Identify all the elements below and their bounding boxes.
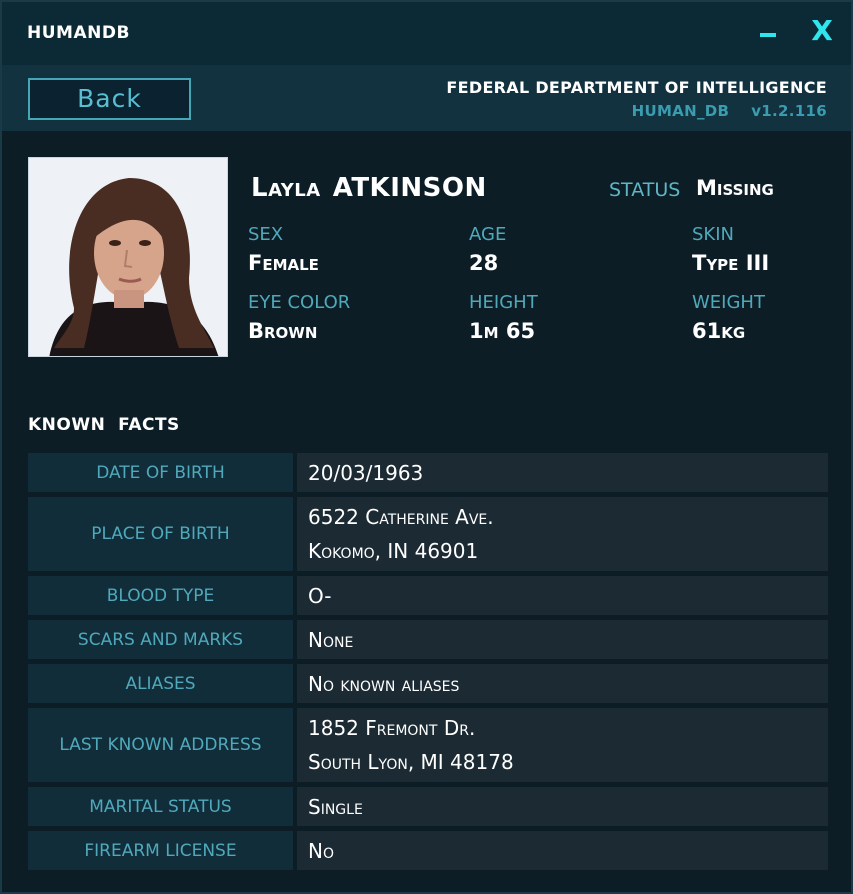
fact-value-line: No known aliases — [308, 671, 460, 696]
title-bar[interactable]: HUMANDB X — [2, 2, 851, 65]
skin-label: SKIN — [692, 224, 735, 245]
fact-value-line: No — [308, 838, 334, 863]
fact-value-line: 20/03/1963 — [308, 460, 424, 485]
sex-value: Female — [248, 251, 319, 275]
profile-photo — [28, 157, 228, 357]
fact-value-line: 6522 Catherine Ave. — [308, 505, 494, 529]
eye-color-value: Brown — [248, 319, 318, 343]
fact-label: DATE OF BIRTH — [28, 453, 293, 492]
sex-label: SEX — [248, 224, 284, 245]
skin-value: Type III — [692, 251, 770, 275]
header-bar: Back FEDERAL DEPARTMENT OF INTELLIGENCE … — [2, 65, 851, 131]
person-name: Layla ATKINSON — [251, 173, 487, 203]
fact-row-date-of-birth: DATE OF BIRTH 20/03/1963 — [28, 453, 828, 492]
fact-value: 20/03/1963 — [297, 453, 828, 492]
fact-value-line: South Lyon, MI 48178 — [308, 750, 514, 774]
weight-value: 61kg — [692, 319, 746, 343]
db-info: HUMAN_DB v1.2.116 — [632, 102, 827, 120]
fact-value-line: Kokomo, IN 46901 — [308, 539, 479, 563]
fact-row-last-known-address: LAST KNOWN ADDRESS 1852 Fremont Dr. Sout… — [28, 708, 828, 782]
age-value: 28 — [469, 251, 499, 275]
close-icon: X — [811, 14, 833, 47]
last-name: ATKINSON — [332, 173, 487, 203]
fact-label: MARITAL STATUS — [28, 787, 293, 826]
fact-value-line: 1852 Fremont Dr. — [308, 716, 476, 740]
weight-label: WEIGHT — [692, 292, 765, 313]
fact-label: LAST KNOWN ADDRESS — [28, 708, 293, 782]
fact-value: O- — [297, 576, 828, 615]
humandb-window: HUMANDB X Back FEDERAL DEPARTMENT OF INT… — [0, 0, 853, 894]
fact-row-blood-type: BLOOD TYPE O- — [28, 576, 828, 615]
close-button[interactable]: X — [806, 14, 838, 50]
status-label: STATUS — [609, 179, 681, 201]
fact-row-marital-status: MARITAL STATUS Single — [28, 787, 828, 826]
fact-value-line: Single — [308, 794, 363, 819]
fact-label: PLACE OF BIRTH — [28, 497, 293, 571]
fact-value: 1852 Fremont Dr. South Lyon, MI 48178 — [297, 708, 828, 782]
fact-label: SCARS AND MARKS — [28, 620, 293, 659]
fact-value: No known aliases — [297, 664, 828, 703]
height-label: HEIGHT — [469, 292, 538, 313]
fact-row-firearm-license: FIREARM LICENSE No — [28, 831, 828, 870]
fact-value: None — [297, 620, 828, 659]
fact-label: FIREARM LICENSE — [28, 831, 293, 870]
db-name: HUMAN_DB — [631, 102, 730, 120]
first-name: Layla — [251, 173, 321, 203]
fact-value-line: O- — [308, 583, 332, 608]
known-facts-heading: KNOWN FACTS — [28, 415, 180, 435]
fact-value-line: None — [308, 627, 354, 652]
height-value: 1m 65 — [469, 319, 536, 343]
version-label: v1.2.116 — [751, 102, 827, 120]
portrait-image — [29, 158, 227, 356]
back-button[interactable]: Back — [28, 78, 191, 120]
fact-value: No — [297, 831, 828, 870]
fact-value: Single — [297, 787, 828, 826]
eye-color-label: EYE COLOR — [248, 292, 351, 313]
status-value: Missing — [696, 176, 774, 200]
age-label: AGE — [469, 224, 507, 245]
fact-label: ALIASES — [28, 664, 293, 703]
fact-row-aliases: ALIASES No known aliases — [28, 664, 828, 703]
fact-value: 6522 Catherine Ave. Kokomo, IN 46901 — [297, 497, 828, 571]
agency-name: FEDERAL DEPARTMENT OF INTELLIGENCE — [446, 78, 827, 97]
app-title: HUMANDB — [27, 23, 130, 43]
fact-label: BLOOD TYPE — [28, 576, 293, 615]
minimize-button[interactable] — [752, 14, 784, 50]
fact-row-scars-and-marks: SCARS AND MARKS None — [28, 620, 828, 659]
minimize-icon — [760, 33, 776, 37]
fact-row-place-of-birth: PLACE OF BIRTH 6522 Catherine Ave. Kokom… — [28, 497, 828, 571]
